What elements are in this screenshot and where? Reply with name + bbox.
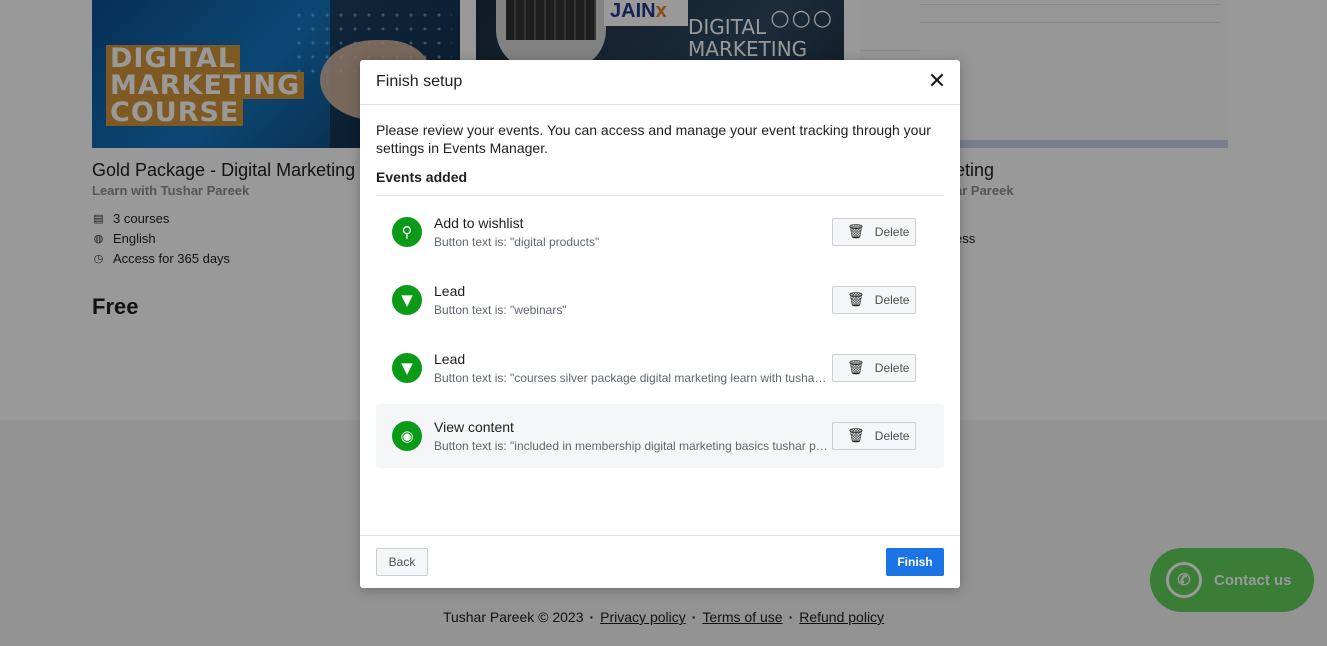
funnel-icon: ▼	[392, 353, 422, 383]
events-list: ⚲ Add to wishlist Button text is: "digit…	[376, 200, 944, 468]
trash-icon: 🗑	[847, 360, 865, 376]
events-added-heading: Events added	[376, 169, 944, 196]
delete-event-button[interactable]: 🗑 Delete	[832, 422, 916, 450]
dialog-footer: Back Finish	[360, 535, 960, 588]
event-description: Button text is: "courses silver package …	[434, 371, 830, 385]
event-row: ▼ Lead Button text is: "courses silver p…	[376, 336, 944, 400]
delete-event-button[interactable]: 🗑 Delete	[832, 218, 916, 246]
dialog-title: Finish setup	[376, 73, 463, 90]
event-row: ◉ View content Button text is: "included…	[376, 404, 944, 468]
event-row: ⚲ Add to wishlist Button text is: "digit…	[376, 200, 944, 264]
dialog-intro-text: Please review your events. You can acces…	[376, 122, 931, 156]
finish-button[interactable]: Finish	[886, 548, 944, 576]
event-description: Button text is: "digital products"	[434, 235, 600, 249]
event-row: ▼ Lead Button text is: "webinars" 🗑 Dele…	[376, 268, 944, 332]
close-icon[interactable]: ✕	[926, 71, 948, 93]
finish-setup-dialog: Finish setup ✕ Please review your events…	[360, 60, 960, 588]
event-name: Lead	[434, 351, 466, 367]
delete-event-button[interactable]: 🗑 Delete	[832, 286, 916, 314]
event-description: Button text is: "webinars"	[434, 303, 567, 317]
dialog-body: Please review your events. You can acces…	[360, 105, 960, 468]
trash-icon: 🗑	[847, 224, 865, 240]
event-name: Add to wishlist	[434, 215, 524, 231]
trash-icon: 🗑	[847, 428, 865, 444]
event-name: Lead	[434, 283, 466, 299]
dialog-header: Finish setup ✕	[360, 60, 960, 105]
eye-icon: ◉	[392, 421, 422, 451]
delete-event-button[interactable]: 🗑 Delete	[832, 354, 916, 382]
magic-wand-icon: ⚲	[392, 217, 422, 247]
event-name: View content	[434, 419, 514, 435]
back-button[interactable]: Back	[376, 548, 428, 576]
event-description: Button text is: "included in membership …	[434, 439, 830, 453]
trash-icon: 🗑	[847, 292, 865, 308]
funnel-icon: ▼	[392, 285, 422, 315]
